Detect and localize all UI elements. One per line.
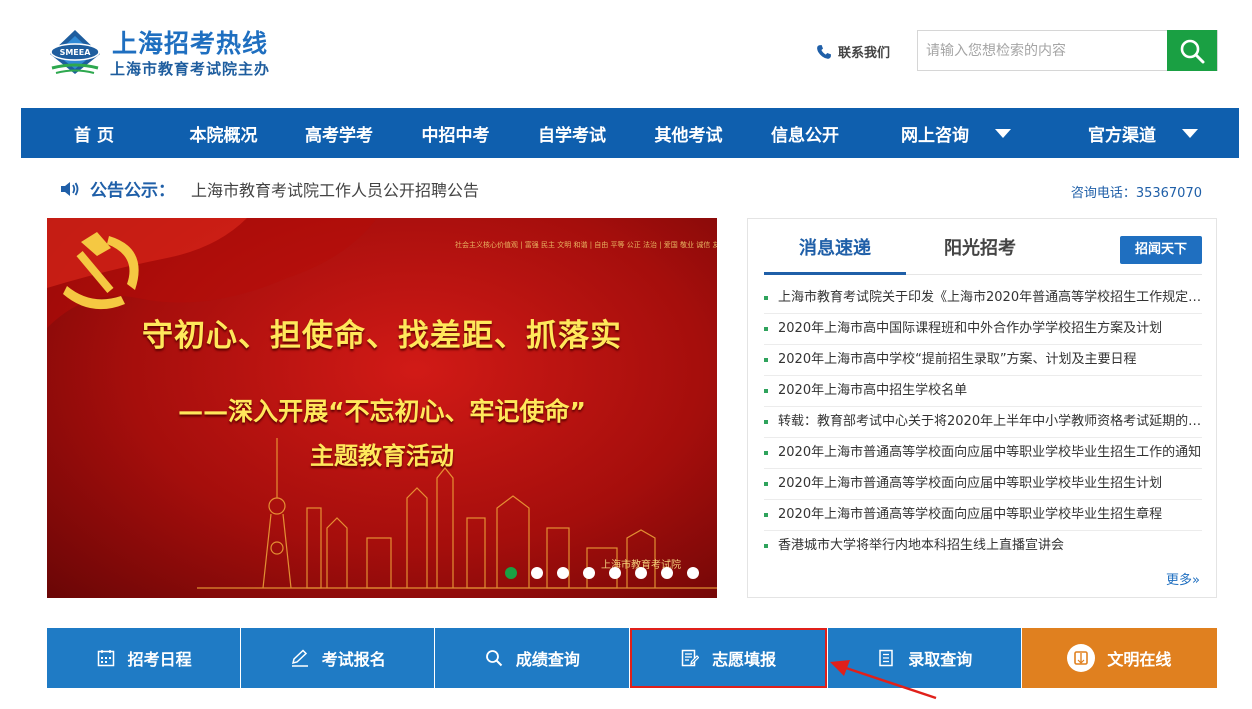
zhaowen-tianxia-button[interactable]: 招闻天下: [1120, 236, 1202, 264]
tab-news-express[interactable]: 消息速递: [764, 233, 906, 275]
list-item[interactable]: 2020年上海市普通高等学校面向应届中等职业学校毕业生招生计划: [764, 469, 1202, 500]
slide-dot[interactable]: [505, 567, 517, 579]
nav-item-other-exams[interactable]: 其他考试: [631, 108, 746, 158]
search-box: [917, 30, 1218, 71]
quick-link-label: 考试报名: [321, 650, 386, 669]
site-subtitle: 上海市教育考试院主办: [110, 60, 271, 78]
calendar-icon: [96, 648, 116, 668]
slide-dot[interactable]: [661, 567, 673, 579]
slide-dot[interactable]: [687, 567, 699, 579]
search-icon: [484, 648, 504, 668]
banner-headline: 守初心、担使命、找差距、抓落实: [142, 318, 622, 354]
nav-item-about[interactable]: 本院概况: [167, 108, 280, 158]
pen-icon: [290, 648, 310, 668]
phone-icon: [817, 44, 831, 59]
nav-item-info-disclosure[interactable]: 信息公开: [746, 108, 864, 158]
core-values-text: 社会主义核心价值观 | 富强 民主 文明 和谐 | 自由 平等 公正 法治 | …: [455, 241, 717, 249]
site-logo[interactable]: SMEEA 上海招考热线 上海市教育考试院主办: [48, 24, 278, 80]
list-item[interactable]: 香港城市大学将举行内地本科招生线上直播宣讲会: [764, 531, 1202, 562]
tab-sunshine-admission[interactable]: 阳光招考: [944, 233, 1016, 275]
main-nav: 首 页 本院概况 高考学考 中招中考 自学考试 其他考试 信息公开 网上咨询 官…: [21, 108, 1239, 158]
logo-mark-icon: SMEEA: [50, 30, 100, 74]
quick-link-exam-registration[interactable]: 考试报名: [241, 628, 435, 688]
nav-item-gaokao[interactable]: 高考学考: [280, 108, 398, 158]
hotline-text: 咨询电话：35367070: [1070, 186, 1202, 201]
list-item[interactable]: 转载：教育部考试中心关于将2020年上半年中小学教师资格考试延期的公告: [764, 407, 1202, 438]
quick-link-civilization-online[interactable]: 文明在线: [1021, 628, 1217, 688]
chevron-down-icon: [1182, 128, 1198, 138]
logo-text: SMEEA: [60, 48, 92, 57]
more-link[interactable]: 更多»: [1166, 569, 1200, 588]
slide-dot[interactable]: [557, 567, 569, 579]
nav-item-zhongkao[interactable]: 中招中考: [398, 108, 513, 158]
list-item[interactable]: 2020年上海市普通高等学校面向应届中等职业学校毕业生招生章程: [764, 500, 1202, 531]
list-item[interactable]: 上海市教育考试院关于印发《上海市2020年普通高等学校招生工作规定》的通知: [764, 283, 1202, 314]
quick-link-label: 成绩查询: [515, 650, 580, 669]
notice-link[interactable]: 上海市教育考试院工作人员公开招聘公告: [191, 177, 479, 201]
quick-link-application-filling[interactable]: 志愿填报: [629, 628, 827, 688]
quick-link-score-inquiry[interactable]: 成绩查询: [435, 628, 629, 688]
quick-link-label: 招考日程: [127, 650, 192, 669]
quick-link-label: 志愿填报: [712, 650, 777, 669]
slide-dot[interactable]: [583, 567, 595, 579]
nav-item-home[interactable]: 首 页: [21, 108, 167, 158]
slide-indicators: [505, 567, 699, 579]
nav-item-online-consult[interactable]: 网上咨询: [864, 108, 1048, 158]
list-item[interactable]: 2020年上海市高中招生学校名单: [764, 376, 1202, 407]
news-list: 上海市教育考试院关于印发《上海市2020年普通高等学校招生工作规定》的通知 20…: [764, 283, 1202, 562]
speaker-icon: [61, 181, 79, 196]
page: SMEEA 上海招考热线 上海市教育考试院主办 联系我们 首 页 本院概况 高考…: [0, 0, 1252, 709]
form-edit-icon: [680, 648, 700, 668]
site-title: 上海招考热线: [112, 29, 269, 58]
list-item[interactable]: 2020年上海市普通高等学校面向应届中等职业学校毕业生招生工作的通知: [764, 438, 1202, 469]
banner-slideshow[interactable]: 社会主义核心价值观 | 富强 民主 文明 和谐 | 自由 平等 公正 法治 | …: [47, 218, 717, 598]
list-item[interactable]: 2020年上海市高中国际课程班和中外合作办学学校招生方案及计划: [764, 314, 1202, 345]
news-tabs: 消息速递 阳光招考 招闻天下: [764, 233, 1202, 275]
book-icon: [1067, 644, 1096, 672]
nav-item-official-channels[interactable]: 官方渠道: [1048, 108, 1238, 158]
slide-dot[interactable]: [531, 567, 543, 579]
list-item[interactable]: 2020年上海市高中学校“提前招生录取”方案、计划及主要日程: [764, 345, 1202, 376]
news-panel: 消息速递 阳光招考 招闻天下 上海市教育考试院关于印发《上海市2020年普通高等…: [747, 218, 1217, 598]
slide-dot[interactable]: [609, 567, 621, 579]
chevron-down-icon: [995, 128, 1011, 138]
quick-link-exam-schedule[interactable]: 招考日程: [47, 628, 241, 688]
annotation-arrow-icon: [830, 660, 937, 700]
notice-label: 公告公示：: [90, 181, 175, 201]
banner-line-2: ——深入开展“不忘初心、牢记使命”: [178, 397, 586, 426]
quick-link-label: 文明在线: [1107, 650, 1172, 669]
search-input[interactable]: [918, 31, 1168, 70]
notice-bar: 公告公示： 上海市教育考试院工作人员公开招聘公告: [60, 176, 479, 201]
contact-link[interactable]: 联系我们: [816, 42, 890, 61]
search-icon: [1180, 39, 1205, 63]
nav-item-self-study[interactable]: 自学考试: [513, 108, 631, 158]
quick-links-bar: 招考日程 考试报名 成绩查询 志愿填报 录取查询 文明在线: [47, 628, 1217, 688]
contact-label: 联系我们: [838, 46, 891, 61]
slide-dot[interactable]: [635, 567, 647, 579]
search-button[interactable]: [1167, 30, 1217, 71]
